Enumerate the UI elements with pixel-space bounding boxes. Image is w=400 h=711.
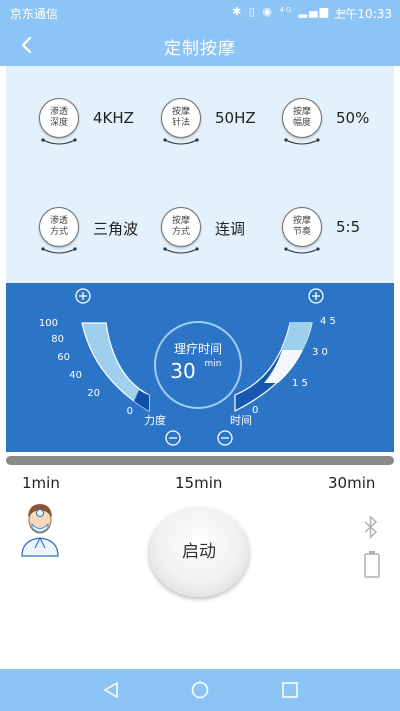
param-massage-needle[interactable]: 按摩 针法 50HZ	[145, 98, 265, 158]
bluetooth-icon	[364, 515, 378, 539]
force-plus-button[interactable]	[75, 288, 91, 304]
param-value: 4KHZ	[93, 109, 134, 127]
knob-arc-icon	[41, 247, 77, 254]
system-nav-bar	[0, 669, 400, 711]
status-bar: 京东通信 ✱ ▯ ◉ ⁴ᴳ ▂▄▆ ▭ 上午10:33	[0, 0, 400, 24]
param-value: 50%	[336, 109, 370, 127]
force-tick: 100	[39, 318, 58, 329]
param-value: 50HZ	[215, 109, 256, 127]
param-massage-rhythm[interactable]: 按摩 节奏 5:5	[266, 207, 386, 267]
therapy-time-value: 30	[170, 359, 195, 383]
force-tick: 40	[69, 370, 82, 381]
page-title: 定制按摩	[164, 39, 236, 59]
timeline-label-end: 30min	[328, 474, 376, 492]
force-tick: 60	[57, 352, 70, 363]
param-knob[interactable]: 按摩 幅度	[282, 98, 322, 138]
param-value: 5:5	[336, 218, 361, 236]
param-knob[interactable]: 按摩 针法	[161, 98, 201, 138]
param-penetration-depth[interactable]: 渗透 深度 4KHZ	[23, 98, 143, 158]
timeline-slider[interactable]	[6, 456, 394, 465]
back-triangle-icon[interactable]	[101, 680, 121, 700]
time-tick: 0	[252, 405, 258, 416]
param-value: 连调	[215, 220, 246, 238]
knob-arc-icon	[41, 138, 77, 145]
status-icons: ✱ ▯ ◉ ⁴ᴳ ▂▄▆ ▭	[232, 5, 348, 18]
carrier-name: 京东通信	[10, 7, 59, 21]
force-tick: 0	[127, 406, 133, 417]
parameter-panel: 渗透 深度 4KHZ 按摩 针法 50HZ 按摩 幅度 50% 渗透 方式 三角…	[6, 66, 394, 283]
gauge-graphic: 理疗时间 30 min 100 80 60 40 20 0 力度 4 5 3 0…	[39, 288, 336, 446]
force-minus-button[interactable]	[165, 430, 181, 446]
start-button[interactable]: 启动	[149, 507, 249, 597]
recents-square-icon[interactable]	[280, 680, 300, 700]
knob-arc-icon	[284, 247, 320, 254]
title-bar: 定制按摩	[0, 24, 400, 66]
force-tick: 80	[51, 334, 64, 345]
therapy-time-unit: min	[205, 359, 222, 369]
param-knob[interactable]: 渗透 深度	[39, 98, 79, 138]
param-value: 三角波	[93, 220, 139, 238]
timeline-label-start: 1min	[22, 474, 60, 492]
param-knob[interactable]: 渗透 方式	[39, 207, 79, 247]
param-knob[interactable]: 按摩 方式	[161, 207, 201, 247]
force-label: 力度	[144, 413, 166, 427]
gauge-panel: 理疗时间 30 min 100 80 60 40 20 0 力度 4 5 3 0…	[6, 283, 394, 452]
time-tick: 1 5	[292, 378, 308, 389]
force-tick: 20	[87, 388, 100, 399]
timeline-label-mid: 15min	[175, 474, 223, 492]
time-minus-button[interactable]	[217, 430, 233, 446]
knob-arc-icon	[163, 138, 199, 145]
clock: 上午10:33	[333, 7, 392, 21]
home-circle-icon[interactable]	[190, 680, 210, 700]
param-penetration-mode[interactable]: 渗透 方式 三角波	[23, 207, 143, 267]
time-label: 时间	[230, 414, 252, 427]
time-plus-button[interactable]	[308, 288, 324, 304]
time-tick: 4 5	[320, 316, 336, 327]
doctor-avatar-icon	[21, 504, 59, 557]
time-tick: 3 0	[312, 347, 328, 358]
param-massage-mode[interactable]: 按摩 方式 连调	[145, 207, 265, 267]
param-massage-amplitude[interactable]: 按摩 幅度 50%	[266, 98, 386, 158]
param-knob[interactable]: 按摩 节奏	[282, 207, 322, 247]
knob-arc-icon	[284, 138, 320, 145]
battery-icon	[364, 551, 380, 578]
therapy-time-title: 理疗时间	[174, 342, 222, 356]
knob-arc-icon	[163, 247, 199, 254]
